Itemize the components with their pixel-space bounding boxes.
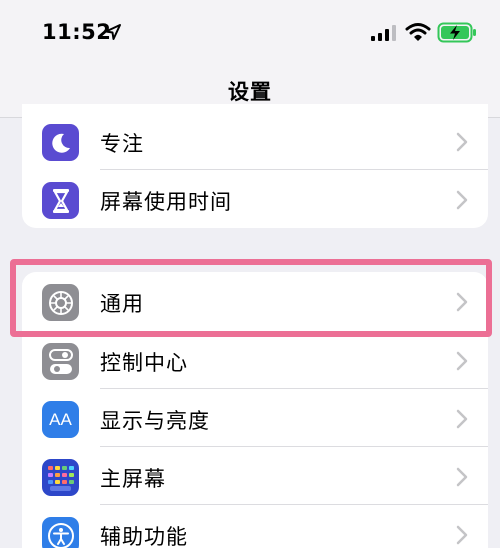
settings-row-label: 专注 — [100, 132, 144, 156]
location-arrow-icon — [105, 24, 121, 40]
settings-row-screen-time[interactable]: 屏幕使用时间 — [22, 170, 488, 228]
settings-row-display-brightness[interactable]: AA 显示与亮度 — [22, 389, 488, 447]
text-size-glyph: AA — [49, 409, 72, 429]
chevron-right-icon — [456, 132, 468, 152]
chevron-right-icon — [456, 190, 468, 210]
moon-icon — [42, 124, 79, 161]
settings-group-focus: 专注 屏幕使用时间 — [22, 104, 488, 228]
page-title: 设置 — [228, 80, 272, 104]
settings-row-label: 主屏幕 — [100, 467, 166, 491]
settings-row-control-center[interactable]: 控制中心 — [22, 331, 488, 389]
chevron-right-icon — [456, 351, 468, 371]
highlight-box — [10, 259, 492, 337]
chevron-right-icon — [456, 525, 468, 545]
settings-row-accessibility[interactable]: 辅助功能 — [22, 505, 488, 548]
status-time: 11:52 — [42, 20, 112, 44]
settings-row-label: 屏幕使用时间 — [100, 190, 232, 214]
settings-row-label: 辅助功能 — [100, 525, 188, 548]
chevron-right-icon — [456, 467, 468, 487]
chevron-right-icon — [456, 409, 468, 429]
settings-row-label: 显示与亮度 — [100, 409, 210, 433]
cellular-signal-icon — [371, 25, 396, 41]
accessibility-icon — [42, 517, 79, 548]
settings-row-focus[interactable]: 专注 — [22, 112, 488, 170]
settings-row-home-screen[interactable]: 主屏幕 — [22, 447, 488, 505]
text-size-icon: AA — [42, 401, 79, 438]
toggles-icon — [42, 343, 79, 380]
home-screen-grid-icon — [42, 459, 79, 496]
status-bar: 11:52 — [0, 0, 500, 62]
battery-charging-icon — [437, 22, 476, 43]
hourglass-icon — [42, 182, 79, 219]
wifi-icon — [405, 23, 431, 41]
settings-row-label: 控制中心 — [100, 351, 188, 375]
